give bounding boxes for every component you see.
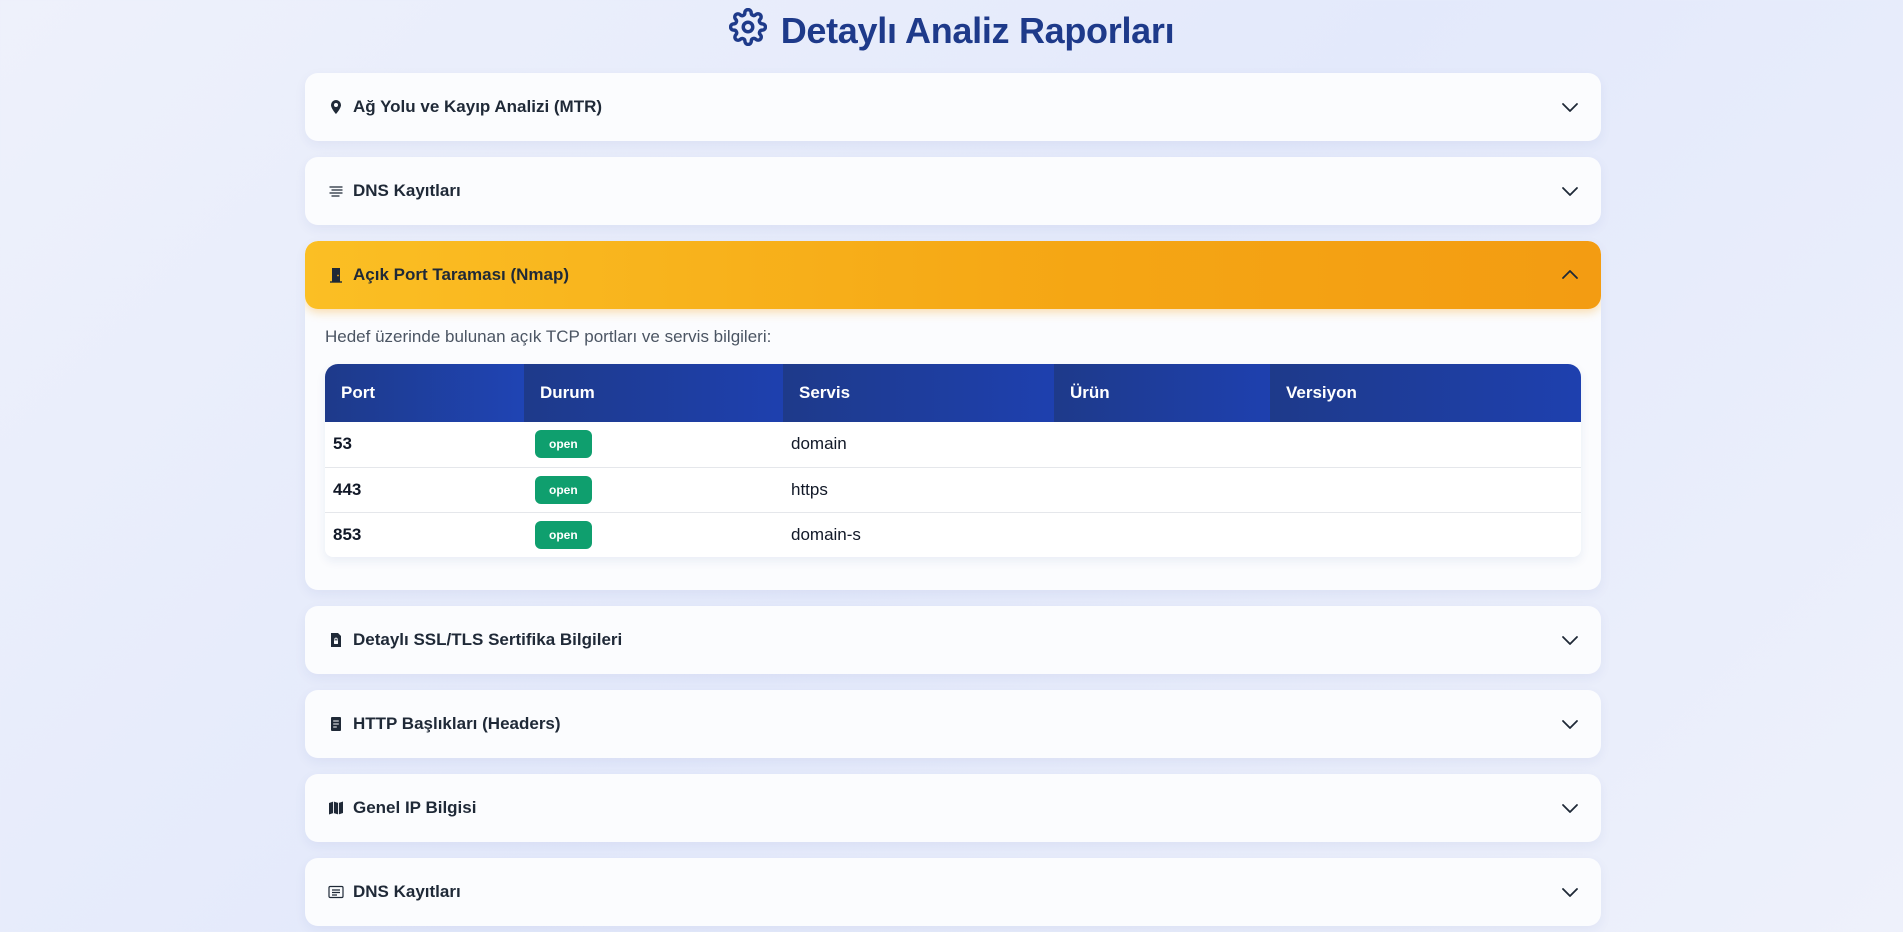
map-pin-icon — [328, 99, 344, 115]
status-cell: open — [524, 512, 783, 557]
section-title: Ağ Yolu ve Kayıp Analizi (MTR) — [353, 97, 603, 116]
door-icon — [328, 267, 344, 283]
section-ssl-header[interactable]: Detaylı SSL/TLS Sertifika Bilgileri — [305, 606, 1601, 674]
chevron-down-icon[interactable] — [1559, 180, 1581, 202]
port-scan-intro: Hedef üzerinde bulunan açık TCP portları… — [325, 327, 772, 346]
status-cell: open — [524, 422, 783, 468]
port-cell: 853 — [333, 524, 362, 544]
section-port-scan-body: Hedef üzerinde bulunan açık TCP portları… — [305, 309, 1601, 590]
page-title-text: Detaylı Analiz Raporları — [780, 10, 1175, 51]
section-dns-records-header[interactable]: DNS Kayıtları — [305, 858, 1601, 926]
file-lock-icon — [328, 632, 344, 648]
port-cell: 443 — [325, 467, 524, 513]
status-badge: open — [535, 475, 592, 504]
section-title: DNS Kayıtları — [353, 882, 461, 901]
column-header-version[interactable]: Versiyon — [1270, 364, 1581, 422]
section-dns: DNS Kayıtları — [305, 157, 1601, 225]
section-mtr-header[interactable]: Ağ Yolu ve Kayıp Analizi (MTR) — [305, 73, 1601, 141]
table-row: 443 open https — [325, 467, 1581, 513]
section-title: HTTP Başlıkları (Headers) — [353, 714, 561, 733]
column-header-port[interactable]: Port — [325, 364, 524, 422]
version-cell — [1270, 467, 1581, 513]
page-title: Detaylı Analiz Raporları — [0, 7, 1903, 55]
chevron-down-icon[interactable] — [1559, 797, 1581, 819]
service-cell: domain — [783, 422, 1054, 468]
product-cell — [1054, 512, 1270, 557]
section-mtr: Ağ Yolu ve Kayıp Analizi (MTR) — [305, 73, 1601, 141]
status-badge: open — [535, 430, 592, 459]
table-row: 853 open domain-s — [325, 512, 1581, 557]
list-box-icon — [328, 884, 344, 900]
section-http-headers: HTTP Başlıkları (Headers) — [305, 690, 1601, 758]
port-cell: 53 — [325, 422, 524, 468]
table-row: 53 open domain — [325, 422, 1581, 468]
service-cell: domain-s — [791, 524, 861, 544]
document-icon — [328, 716, 344, 732]
section-title: DNS Kayıtları — [353, 181, 461, 200]
version-cell — [1270, 422, 1581, 468]
section-ssl: Detaylı SSL/TLS Sertifika Bilgileri — [305, 606, 1601, 674]
status-badge: open — [535, 520, 592, 549]
product-cell — [1054, 422, 1270, 468]
report-accordion: Ağ Yolu ve Kayıp Analizi (MTR) DNS Kayıt… — [305, 73, 1601, 932]
section-ip-info: Genel IP Bilgisi — [305, 774, 1601, 842]
version-cell — [1270, 512, 1581, 557]
chevron-down-icon[interactable] — [1559, 629, 1581, 651]
column-header-status[interactable]: Durum — [524, 364, 783, 422]
status-cell: open — [524, 467, 783, 513]
section-port-scan-header[interactable]: Açık Port Taraması (Nmap) — [305, 241, 1601, 309]
section-port-scan: Açık Port Taraması (Nmap) Hedef üzerinde… — [305, 241, 1601, 590]
column-header-product[interactable]: Ürün — [1054, 364, 1270, 422]
section-http-headers-header[interactable]: HTTP Başlıkları (Headers) — [305, 690, 1601, 758]
section-dns-records: DNS Kayıtları — [305, 858, 1601, 926]
section-dns-header[interactable]: DNS Kayıtları — [305, 157, 1601, 225]
chevron-up-icon[interactable] — [1559, 264, 1581, 286]
column-header-service[interactable]: Servis — [783, 364, 1054, 422]
service-cell: https — [783, 467, 1054, 513]
product-cell — [1054, 467, 1270, 513]
section-title: Detaylı SSL/TLS Sertifika Bilgileri — [353, 630, 623, 649]
section-title: Genel IP Bilgisi — [353, 798, 477, 817]
port-table: Port Durum Servis Ürün Versiyon 53 open … — [325, 364, 1581, 557]
list-lines-icon — [328, 183, 344, 199]
table-header-row: Port Durum Servis Ürün Versiyon — [325, 364, 1581, 422]
section-ip-info-header[interactable]: Genel IP Bilgisi — [305, 774, 1601, 842]
map-icon — [328, 800, 344, 816]
chevron-down-icon[interactable] — [1559, 713, 1581, 735]
chevron-down-icon[interactable] — [1559, 881, 1581, 903]
chevron-down-icon[interactable] — [1559, 96, 1581, 118]
section-title: Açık Port Taraması (Nmap) — [353, 265, 570, 284]
gear-icon — [728, 7, 767, 55]
